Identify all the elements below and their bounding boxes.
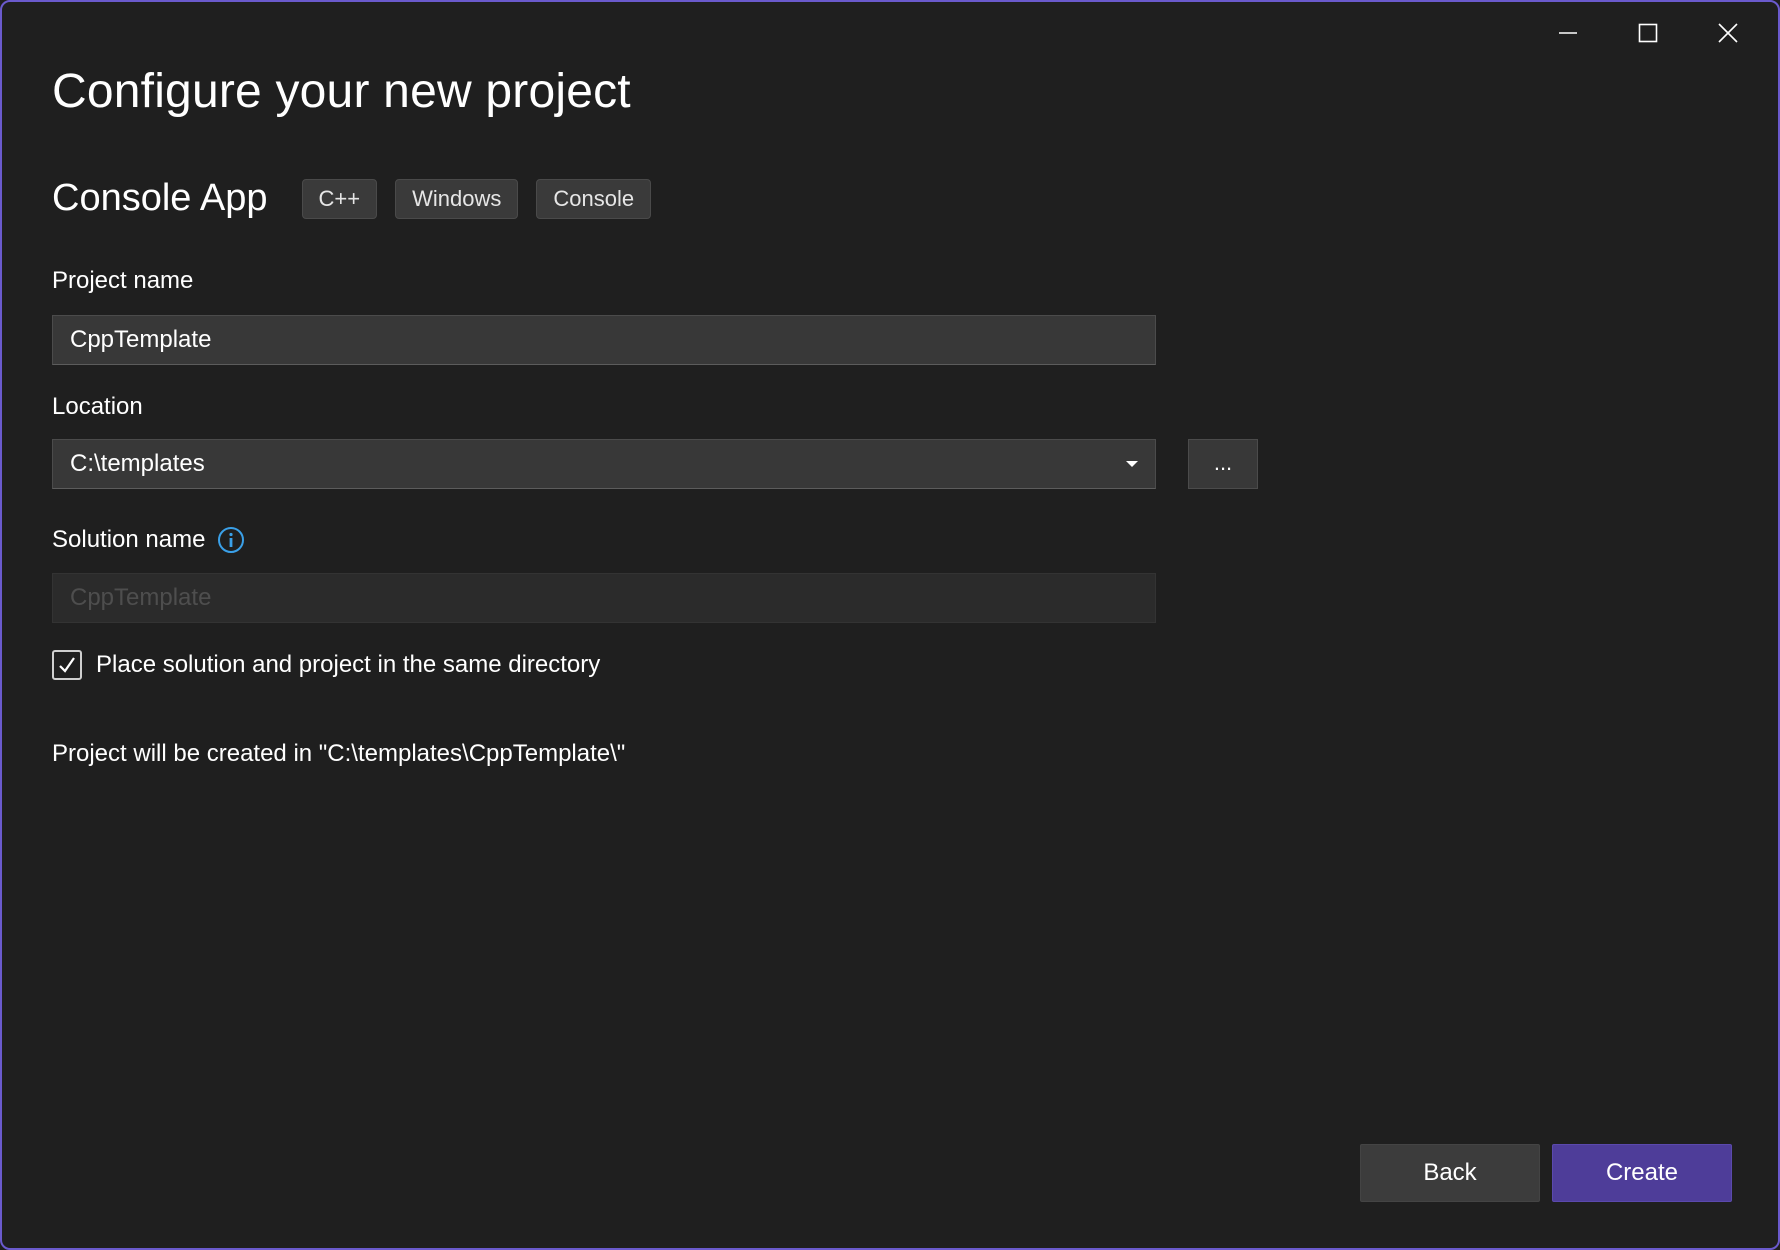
close-icon (1718, 23, 1738, 43)
solution-name-label: Solution name (52, 526, 206, 553)
solution-name-label-row: Solution name (52, 526, 245, 554)
maximize-icon (1638, 23, 1658, 43)
location-label: Location (52, 393, 143, 420)
window-controls (1528, 12, 1768, 54)
template-name: Console App (52, 177, 268, 219)
minimize-icon (1559, 32, 1577, 34)
template-info: Console App C++ Windows Console (52, 177, 669, 220)
location-value: C:\templates (70, 450, 205, 477)
solution-name-input[interactable] (52, 573, 1156, 623)
create-button[interactable]: Create (1552, 1144, 1732, 1202)
page-title: Configure your new project (52, 65, 631, 118)
dialog-window: Configure your new project Console App C… (0, 0, 1780, 1250)
close-button[interactable] (1688, 12, 1768, 54)
tag-project-type: Console (536, 178, 652, 219)
tag-language: C++ (301, 178, 378, 219)
project-name-label: Project name (52, 267, 194, 294)
same-directory-checkbox[interactable] (52, 650, 82, 680)
info-icon[interactable] (217, 526, 245, 554)
browse-location-button[interactable]: ... (1188, 439, 1258, 489)
maximize-button[interactable] (1608, 12, 1688, 54)
chevron-down-icon (1126, 461, 1138, 467)
checkmark-icon (59, 657, 75, 673)
minimize-button[interactable] (1528, 12, 1608, 54)
back-button[interactable]: Back (1360, 1144, 1540, 1202)
project-location-summary: Project will be created in "C:\templates… (52, 740, 626, 767)
same-directory-option[interactable]: Place solution and project in the same d… (52, 650, 600, 680)
tag-platform: Windows (395, 178, 519, 219)
location-dropdown[interactable]: C:\templates (52, 439, 1156, 489)
project-name-input[interactable] (52, 315, 1156, 365)
same-directory-label: Place solution and project in the same d… (96, 651, 601, 678)
